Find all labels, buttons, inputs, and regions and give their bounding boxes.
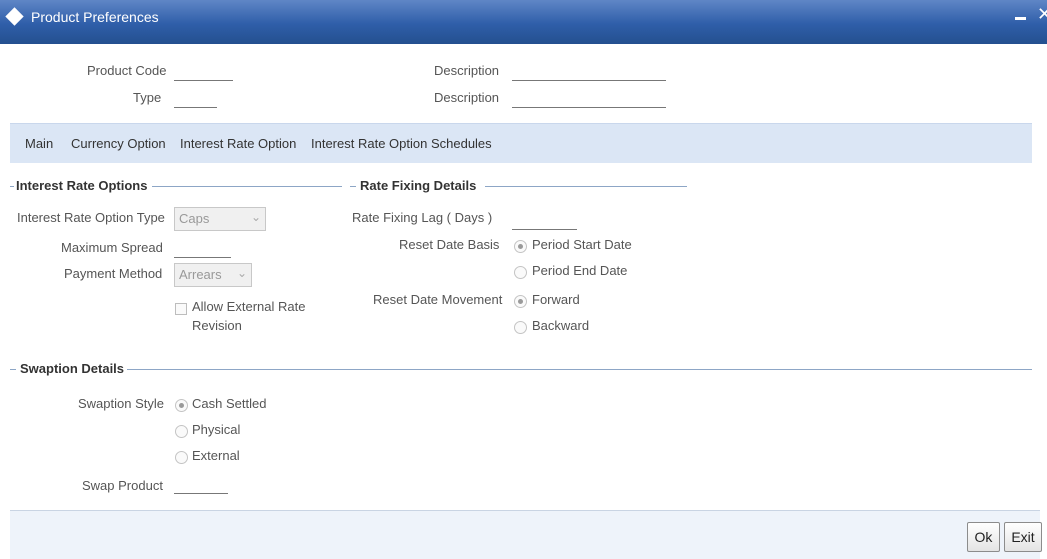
window-titlebar: Product Preferences ✕ [0, 0, 1047, 44]
swap-product-label: Swap Product [82, 478, 163, 493]
cash-settled-radio[interactable] [175, 399, 188, 412]
backward-label: Backward [532, 318, 590, 333]
period-end-date-radio[interactable] [514, 266, 527, 279]
close-icon[interactable]: ✕ [1037, 4, 1047, 25]
section-divider [350, 186, 356, 187]
swaption-details-header: Swaption Details [20, 361, 125, 376]
chevron-down-icon: ⌄ [250, 210, 261, 224]
max-spread-label: Maximum Spread [61, 240, 163, 255]
tab-interest-rate-option[interactable]: Interest Rate Option [180, 136, 296, 151]
rate-fixing-lag-label: Rate Fixing Lag ( Days ) [352, 210, 493, 225]
app-diamond-icon [5, 7, 24, 26]
ok-button[interactable]: Ok [967, 522, 1000, 552]
rate-fixing-lag-input[interactable] [512, 229, 577, 230]
type-label: Type [133, 90, 162, 105]
section-divider [152, 186, 342, 187]
tab-bar: Main Currency Option Interest Rate Optio… [10, 123, 1032, 163]
section-divider [127, 369, 1032, 370]
forward-label: Forward [532, 292, 580, 307]
minimize-icon[interactable] [1015, 17, 1026, 20]
window-title: Product Preferences [31, 9, 159, 25]
product-code-label: Product Code [87, 63, 167, 78]
chevron-down-icon: ⌄ [236, 266, 247, 280]
section-divider [10, 369, 16, 370]
payment-method-label: Payment Method [64, 266, 163, 281]
allow-external-rate-label-2: Revision [192, 318, 242, 333]
interest-rate-options-header: Interest Rate Options [16, 178, 148, 193]
reset-date-movement-label: Reset Date Movement [373, 292, 503, 307]
forward-radio[interactable] [514, 295, 527, 308]
type-description-label: Description [434, 90, 500, 105]
option-type-label: Interest Rate Option Type [17, 210, 165, 225]
tab-main[interactable]: Main [25, 136, 53, 151]
rate-fixing-details-header: Rate Fixing Details [360, 178, 477, 193]
backward-radio[interactable] [514, 321, 527, 334]
footer-bar [10, 510, 1040, 559]
tab-interest-rate-option-schedules[interactable]: Interest Rate Option Schedules [311, 136, 492, 151]
type-description-input[interactable] [512, 107, 666, 108]
allow-external-rate-label-1: Allow External Rate [192, 299, 306, 314]
period-start-date-label: Period Start Date [532, 237, 632, 252]
tab-currency-option[interactable]: Currency Option [71, 136, 166, 151]
max-spread-input[interactable] [174, 257, 231, 258]
section-divider [10, 186, 14, 187]
description-input[interactable] [512, 80, 666, 81]
type-input[interactable] [174, 107, 217, 108]
reset-date-basis-label: Reset Date Basis [399, 237, 500, 252]
description-label: Description [434, 63, 500, 78]
period-start-date-radio[interactable] [514, 240, 527, 253]
physical-label: Physical [192, 422, 241, 437]
swap-product-input[interactable] [174, 493, 228, 494]
exit-button[interactable]: Exit [1004, 522, 1042, 552]
external-label: External [192, 448, 240, 463]
external-radio[interactable] [175, 451, 188, 464]
payment-method-select[interactable]: Arrears ⌄ [174, 263, 252, 287]
allow-external-rate-checkbox[interactable] [175, 303, 187, 315]
section-divider [485, 186, 687, 187]
payment-method-value: Arrears [179, 267, 222, 282]
option-type-select[interactable]: Caps ⌄ [174, 207, 266, 231]
physical-radio[interactable] [175, 425, 188, 438]
swaption-style-label: Swaption Style [78, 396, 164, 411]
product-code-input[interactable] [174, 80, 233, 81]
period-end-date-label: Period End Date [532, 263, 628, 278]
cash-settled-label: Cash Settled [192, 396, 267, 411]
option-type-value: Caps [179, 211, 210, 226]
